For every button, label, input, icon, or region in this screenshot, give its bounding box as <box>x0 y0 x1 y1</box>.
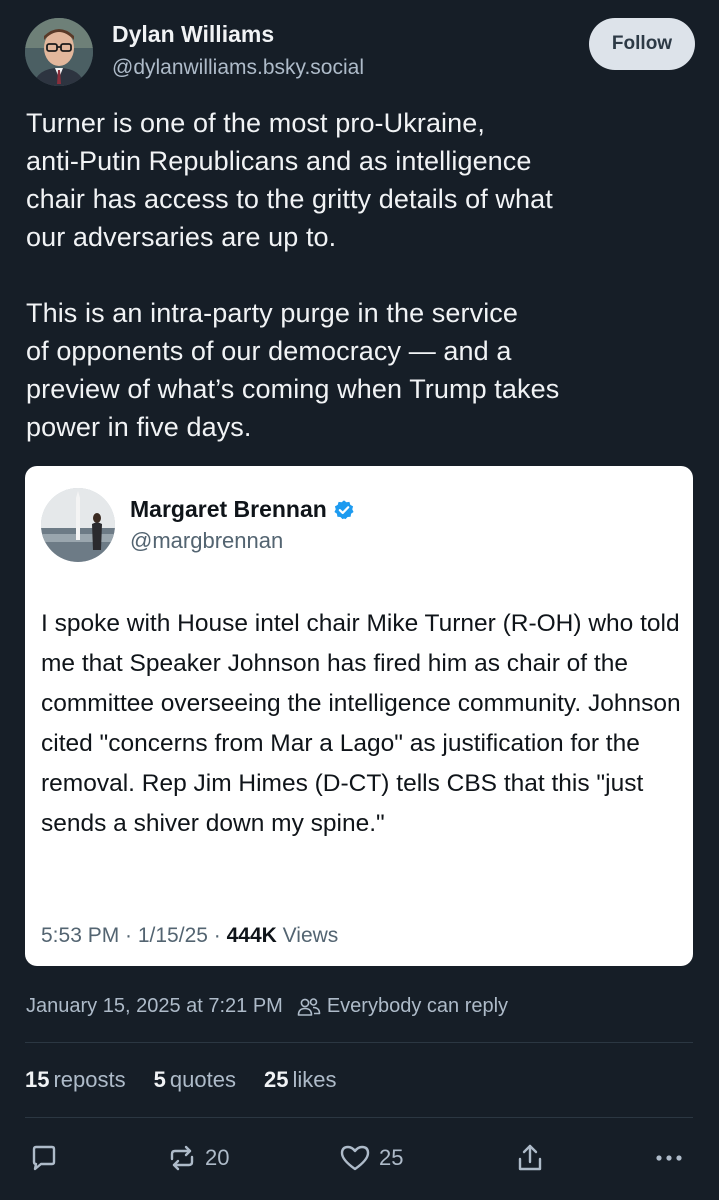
quote-name-row: Margaret Brennan <box>130 496 355 523</box>
quote-author-name[interactable]: Margaret Brennan <box>130 496 327 523</box>
reply-icon <box>32 1145 56 1171</box>
quote-views-label: Views <box>276 924 339 947</box>
share-button[interactable] <box>515 1136 545 1180</box>
quote-author-handle[interactable]: @margbrennan <box>130 528 283 554</box>
post-timestamp: January 15, 2025 at 7:21 PM <box>26 995 283 1017</box>
quote-author-avatar <box>41 488 115 562</box>
reply-setting-label: Everybody can reply <box>326 995 509 1017</box>
people-icon <box>297 997 321 1016</box>
like-button[interactable]: 25 <box>339 1136 403 1180</box>
author-handle[interactable]: @dylanwilliams.bsky.social <box>112 56 364 80</box>
quoted-post-card[interactable]: Margaret Brennan @margbrennan I spoke wi… <box>25 466 693 966</box>
post-meta: January 15, 2025 at 7:21 PM Everybody ca… <box>26 995 508 1018</box>
quote-time: 5:53 PM · 1/15/25 · <box>41 924 227 947</box>
reply-button[interactable] <box>29 1136 59 1180</box>
divider <box>25 1117 693 1118</box>
quotes-stat[interactable]: 5 quotes <box>154 1067 236 1093</box>
like-count: 25 <box>379 1145 404 1170</box>
more-options-button[interactable] <box>653 1136 685 1180</box>
repost-icon <box>170 1145 194 1171</box>
verified-badge-icon <box>333 499 355 521</box>
post-text: Turner is one of the most pro-Ukraine, a… <box>26 108 560 442</box>
reposts-stat[interactable]: 15 reposts <box>25 1067 126 1093</box>
reply-setting[interactable]: Everybody can reply <box>297 995 508 1018</box>
heart-icon <box>340 1145 370 1171</box>
quote-meta: 5:53 PM · 1/15/25 · 444K Views <box>41 924 338 948</box>
author-avatar[interactable] <box>25 18 93 86</box>
follow-button[interactable]: Follow <box>589 18 695 70</box>
repost-button[interactable]: 20 <box>167 1136 229 1180</box>
repost-count: 20 <box>205 1145 230 1170</box>
author-name[interactable]: Dylan Williams <box>112 21 274 48</box>
engagement-stats: 15 reposts 5 quotes 25 likes <box>25 1067 336 1093</box>
divider <box>25 1042 693 1043</box>
share-icon <box>518 1144 542 1171</box>
quote-text: I spoke with House intel chair Mike Turn… <box>41 610 681 837</box>
quote-views-count: 444K <box>226 924 277 947</box>
likes-stat[interactable]: 25 likes <box>264 1067 337 1093</box>
post-header: Dylan Williams @dylanwilliams.bsky.socia… <box>25 18 695 88</box>
action-bar: 20 25 <box>25 1136 693 1180</box>
more-options-icon <box>656 1155 682 1161</box>
